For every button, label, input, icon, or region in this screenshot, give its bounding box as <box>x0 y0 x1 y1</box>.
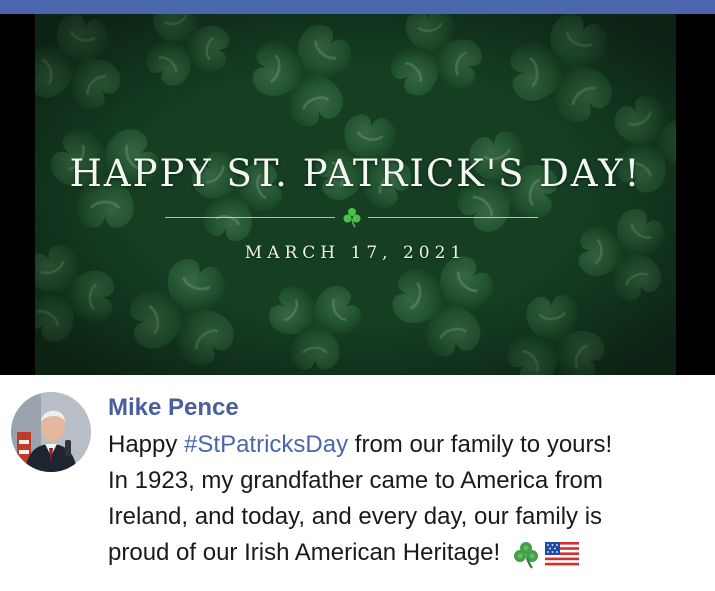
shamrock-icon <box>513 541 538 569</box>
post-line-1: Happy #StPatricksDay from our family to … <box>108 427 708 463</box>
headline: HAPPY ST. PATRICK'S DAY! <box>69 152 642 195</box>
date-line: MARCH 17, 2021 <box>244 243 467 263</box>
post-text: Happy #StPatricksDay from our family to … <box>108 427 708 571</box>
avatar[interactable] <box>11 392 91 472</box>
top-bar <box>0 0 715 14</box>
post-text-segment: proud of our Irish American Heritage! <box>108 539 501 566</box>
post-line-3: Ireland, and today, and every day, our f… <box>108 503 603 530</box>
post-line-2: In 1923, my grandfather came to America … <box>108 467 603 494</box>
profile-photo <box>11 392 91 472</box>
us-flag-icon <box>544 541 579 566</box>
author-name[interactable]: Mike Pence <box>108 393 239 423</box>
divider-left <box>165 217 335 218</box>
post-text-segment: from our family to yours! <box>348 431 613 458</box>
st-patricks-graphic[interactable]: HAPPY ST. PATRICK'S DAY! MARCH 17, 2021 <box>35 14 676 375</box>
shamrock-icon <box>343 208 361 228</box>
post-line-4: proud of our Irish American Heritage! <box>108 535 708 571</box>
divider-right <box>368 217 538 218</box>
post-text-segment: Happy <box>108 431 185 458</box>
hashtag-link[interactable]: #StPatricksDay <box>184 431 348 458</box>
post-media[interactable]: HAPPY ST. PATRICK'S DAY! MARCH 17, 2021 <box>0 14 715 375</box>
